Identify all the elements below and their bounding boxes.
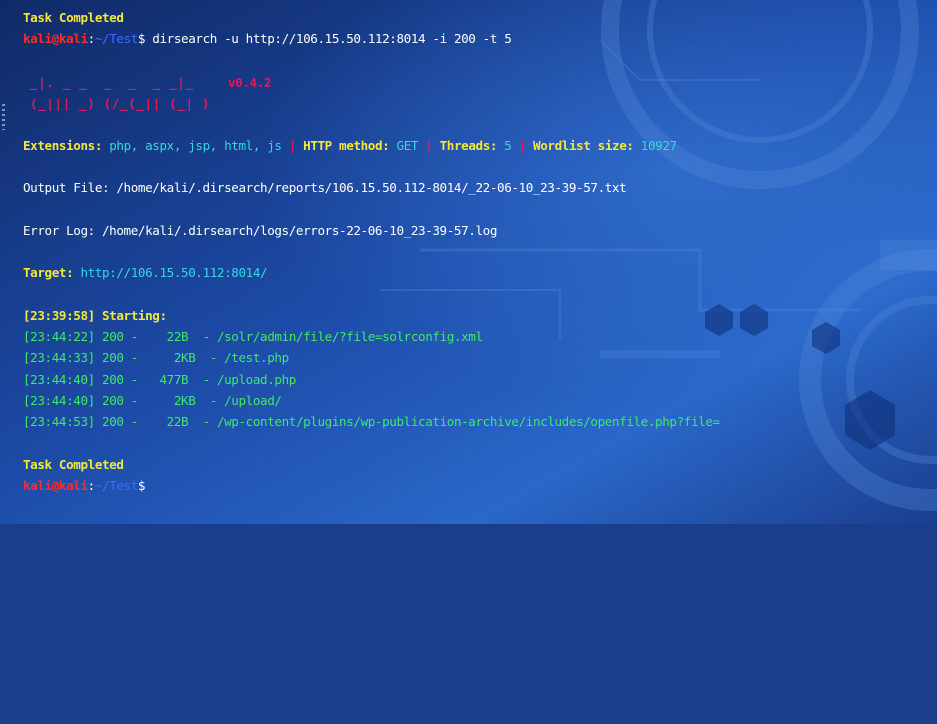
output-file-line: Output File: /home/kali/.dirsearch/repor…: [23, 180, 627, 195]
command-line[interactable]: kali@kali:~/Test$ dirsearch -u http://10…: [23, 28, 512, 49]
target-line: Target: http://106.15.50.112:8014/: [23, 265, 268, 280]
dirsearch-logo-line2: (_||| _) (/_(_|| (_| ): [30, 96, 211, 111]
result-row: [23:44:53] 200 - 22B - /wp-content/plugi…: [23, 414, 720, 429]
starting-line: [23:39:58] Starting:: [23, 308, 167, 323]
drag-handle[interactable]: [2, 104, 5, 130]
error-log-line: Error Log: /home/kali/.dirsearch/logs/er…: [23, 223, 498, 238]
task-status-line: Task Completed: [23, 10, 124, 25]
dirsearch-version: v0.4.2: [228, 75, 272, 90]
result-row: [23:44:40] 200 - 477B - /upload.php: [23, 372, 296, 387]
prompt-line[interactable]: kali@kali:~/Test$: [23, 475, 146, 496]
dirsearch-logo-line1: _|. _ _ _ _ _ _|_: [30, 75, 194, 90]
result-row: [23:44:22] 200 - 22B - /solr/admin/file/…: [23, 329, 483, 344]
task-status-line: Task Completed: [23, 457, 124, 472]
result-row: [23:44:33] 200 - 2KB - /test.php: [23, 350, 289, 365]
terminal-output: Task Completed kali@kali:~/Test$ dirsear…: [0, 0, 937, 524]
config-line: Extensions: php, aspx, jsp, html, js | H…: [23, 138, 677, 153]
result-row: [23:44:40] 200 - 2KB - /upload/: [23, 393, 282, 408]
